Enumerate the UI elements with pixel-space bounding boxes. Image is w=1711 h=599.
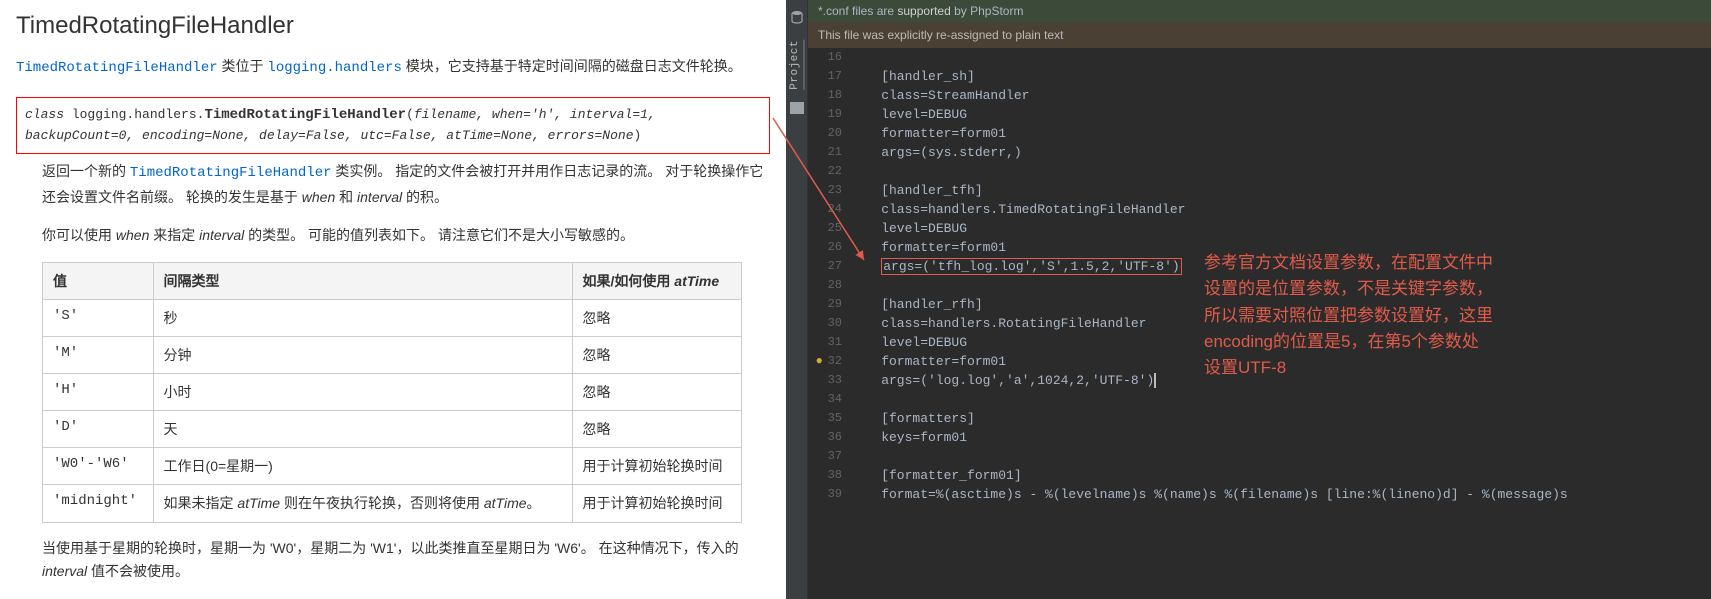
doc-intro-link-module[interactable]: logging.handlers [267,60,401,76]
doc-description: 返回一个新的 TimedRotatingFileHandler 类实例。 指定的… [42,160,770,210]
doc-pane: TimedRotatingFileHandler TimedRotatingFi… [0,0,786,599]
ide-pane: Project *.conf files are supported by Ph… [786,0,1711,599]
table-header-attime: 如果/如何使用 atTime [572,262,742,299]
project-tool-label[interactable]: Project [789,40,805,90]
doc-after-table: 当使用基于星期的轮换时，星期一为 'W0'，星期二为 'W1'，以此类推直至星期… [42,537,770,585]
code-editor[interactable]: 1617181920212223242526272829303132333435… [808,48,1711,504]
class-signature-box: class logging.handlers.TimedRotatingFile… [16,97,770,154]
ide-main: *.conf files are supported by PhpStorm T… [808,0,1711,599]
table-row: 'M'分钟忽略 [43,336,742,373]
ide-tool-sidebar[interactable]: Project [786,0,808,599]
database-icon[interactable] [790,10,804,28]
table-row: 'S'秒忽略 [43,299,742,336]
table-header-interval-type: 间隔类型 [153,262,572,299]
red-annotation: 参考官方文档设置参数，在配置文件中设置的是位置参数，不是关键字参数，所以需要对照… [1204,250,1494,382]
table-row: 'D'天忽略 [43,410,742,447]
class-keyword: class [25,107,72,122]
class-name: TimedRotatingFileHandler [204,107,406,123]
line-gutter: 1617181920212223242526272829303132333435… [808,48,850,504]
folder-icon[interactable] [790,102,804,114]
doc-intro-link-class[interactable]: TimedRotatingFileHandler [16,60,218,76]
class-path: logging.handlers. [72,107,205,122]
doc-intro: TimedRotatingFileHandler 类位于 logging.han… [16,56,770,79]
table-row: 'midnight'如果未指定 atTime 则在午夜执行轮换，否则将使用 at… [43,484,742,522]
table-row: 'W0'-'W6'工作日(0=星期一)用于计算初始轮换时间 [43,447,742,484]
table-header-value: 值 [43,262,154,299]
doc-title: TimedRotatingFileHandler [16,12,770,40]
table-row: 'H'小时忽略 [43,373,742,410]
ide-banner-plain-text[interactable]: This file was explicitly re-assigned to … [808,22,1711,48]
desc-link[interactable]: TimedRotatingFileHandler [130,165,332,181]
doc-note: 你可以使用 when 来指定 interval 的类型。 可能的值列表如下。 请… [42,224,770,248]
values-table: 值 间隔类型 如果/如何使用 atTime 'S'秒忽略 'M'分钟忽略 'H'… [42,262,742,523]
ide-banner-conf-supported[interactable]: *.conf files are supported by PhpStorm [808,0,1711,22]
